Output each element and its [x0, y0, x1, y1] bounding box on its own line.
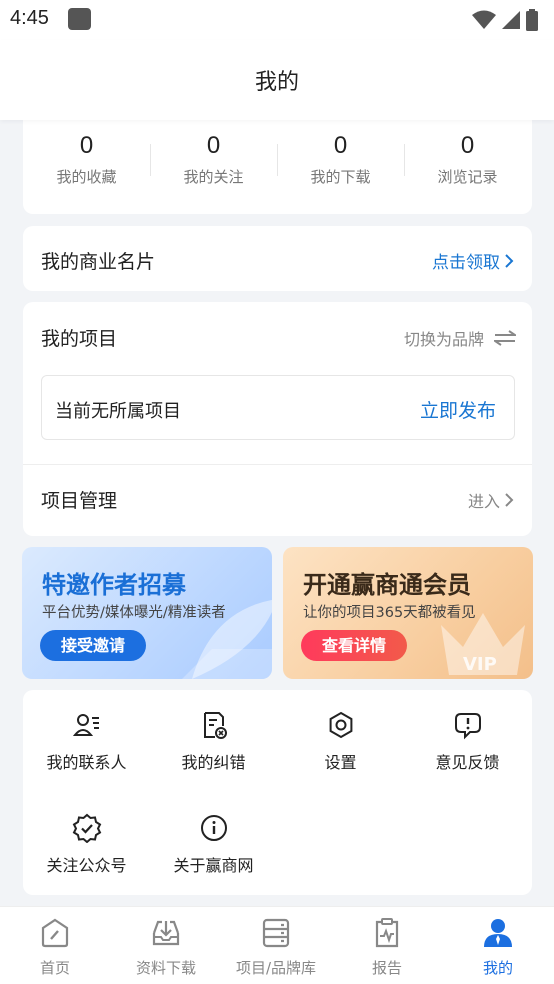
tools-card: 我的联系人 我的纠错 设置 意见反馈 关注公众号 关于赢商网 [23, 690, 532, 895]
tool-contacts[interactable]: 我的联系人 [23, 710, 150, 773]
battery-icon [526, 9, 538, 31]
tool-settings[interactable]: 设置 [277, 710, 404, 773]
accept-invite-button[interactable]: 接受邀请 [40, 630, 147, 661]
bottom-tab-bar: 首页 资料下载 项目/品牌库 报告 我的 [0, 906, 554, 984]
tab-label: 项目/品牌库 [235, 959, 317, 977]
tool-follow-account[interactable]: 关注公众号 [23, 813, 150, 876]
enter-link[interactable]: 进入 [468, 488, 514, 512]
status-bar: 4:45 [0, 0, 554, 40]
tab-downloads[interactable]: 资料下载 [111, 917, 221, 978]
title-bar: 我的 [0, 40, 554, 120]
empty-project-text: 当前无所属项目 [55, 401, 181, 422]
tool-feedback[interactable]: 意见反馈 [404, 710, 531, 773]
chevron-right-icon [505, 493, 514, 507]
switch-label: 切换为品牌 [403, 330, 484, 349]
claim-link[interactable]: 点击领取 [432, 248, 514, 273]
divider [23, 464, 532, 465]
vip-member-banner[interactable]: VIP 开通赢商通会员 让你的项目365天都被看见 查看详情 [283, 547, 533, 679]
tool-label: 关注公众号 [46, 856, 127, 875]
project-title: 我的项目 [41, 328, 118, 350]
tab-mine[interactable]: 我的 [443, 917, 553, 978]
download-icon [152, 920, 180, 946]
tool-label: 关于赢商网 [173, 856, 254, 875]
tab-label: 报告 [371, 959, 402, 977]
correction-icon [203, 712, 227, 739]
stat-follows[interactable]: 0 我的关注 [150, 132, 277, 187]
page-title: 我的 [254, 70, 299, 95]
stat-value: 0 [460, 132, 475, 159]
stat-value: 0 [79, 132, 94, 159]
banner-title: 特邀作者招募 [42, 571, 186, 599]
tool-label: 我的联系人 [46, 753, 127, 772]
tab-label: 首页 [39, 959, 70, 977]
stat-value: 0 [333, 132, 348, 159]
stat-favorites[interactable]: 0 我的收藏 [23, 132, 150, 187]
project-card: 我的项目 切换为品牌 当前无所属项目 立即发布 项目管理 进入 [23, 302, 532, 536]
vip-badge-text: VIP [463, 654, 497, 675]
view-details-button[interactable]: 查看详情 [301, 630, 408, 661]
stat-label: 我的关注 [183, 168, 244, 186]
stat-value: 0 [206, 132, 221, 159]
tool-label: 意见反馈 [435, 753, 500, 772]
claim-link-label: 点击领取 [432, 253, 500, 273]
settings-icon [329, 711, 352, 739]
stat-label: 浏览记录 [437, 168, 498, 186]
tab-label: 资料下载 [135, 959, 196, 977]
business-card-row[interactable]: 我的商业名片 点击领取 [23, 226, 532, 291]
database-icon [262, 918, 290, 948]
tab-home[interactable]: 首页 [0, 917, 110, 978]
tool-about[interactable]: 关于赢商网 [150, 813, 277, 876]
banner-title: 开通赢商通会员 [303, 571, 471, 599]
info-icon [200, 815, 227, 841]
chevron-right-icon [505, 253, 514, 268]
report-icon [375, 918, 399, 948]
stat-label: 我的收藏 [56, 168, 117, 186]
tool-correction[interactable]: 我的纠错 [150, 710, 277, 773]
stat-history[interactable]: 0 浏览记录 [404, 132, 531, 187]
feedback-icon [454, 713, 481, 740]
tab-reports[interactable]: 报告 [332, 917, 442, 978]
notification-icon [68, 8, 91, 30]
swap-icon [494, 330, 516, 346]
publish-button[interactable]: 立即发布 [420, 396, 496, 423]
status-time: 4:45 [10, 7, 49, 29]
home-icon [41, 918, 69, 948]
leaf-decoration-icon [182, 599, 272, 679]
tool-label: 我的纠错 [181, 753, 246, 772]
tab-project-brand-library[interactable]: 项目/品牌库 [221, 917, 331, 978]
banner-subtitle: 平台优势/媒体曝光/精准读者 [42, 605, 226, 621]
verified-badge-icon [72, 813, 101, 843]
stat-downloads[interactable]: 0 我的下载 [277, 132, 404, 187]
tab-label: 我的 [482, 959, 513, 977]
user-icon [484, 919, 512, 947]
enter-label: 进入 [467, 492, 500, 511]
empty-project-box: 当前无所属项目 立即发布 [41, 375, 515, 440]
tool-label: 设置 [324, 753, 357, 772]
banner-subtitle: 让你的项目365天都被看见 [303, 605, 476, 621]
switch-to-brand-button[interactable]: 切换为品牌 [404, 326, 516, 350]
wifi-icon [472, 10, 496, 29]
stats-card: 0 我的收藏 0 我的关注 0 我的下载 0 浏览记录 [23, 110, 532, 214]
signal-icon [502, 11, 520, 29]
author-recruit-banner[interactable]: 特邀作者招募 平台优势/媒体曝光/精准读者 接受邀请 [22, 547, 272, 679]
stat-label: 我的下载 [310, 168, 371, 186]
business-card-title: 我的商业名片 [41, 251, 156, 273]
project-management-label[interactable]: 项目管理 [41, 486, 117, 513]
contacts-icon [72, 714, 99, 736]
